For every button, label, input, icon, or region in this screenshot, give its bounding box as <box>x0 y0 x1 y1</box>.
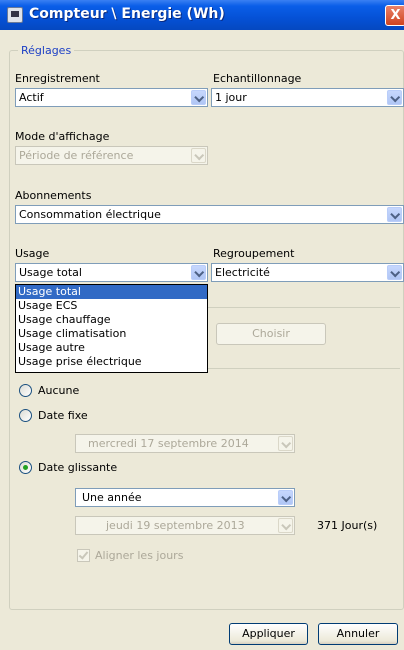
chevron-down-icon <box>278 436 293 451</box>
regroupement-label: Regroupement <box>213 247 295 260</box>
usage-option[interactable]: Usage climatisation <box>16 327 207 341</box>
mode-affichage-value: Période de référence <box>19 149 134 162</box>
window-title: Compteur \ Energie (Wh) <box>29 6 225 22</box>
date-fixe-picker: mercredi 17 septembre 2014 <box>75 434 295 453</box>
app-icon <box>7 7 23 23</box>
close-button[interactable]: X <box>385 5 404 26</box>
chevron-down-icon[interactable] <box>191 265 206 280</box>
usage-option[interactable]: Usage prise électrique <box>16 355 207 369</box>
usage-value: Usage total <box>19 266 82 279</box>
duree-value: Une année <box>82 491 142 504</box>
chevron-down-icon[interactable] <box>278 490 293 505</box>
chevron-down-icon[interactable] <box>387 207 402 222</box>
title-bar: Compteur \ Energie (Wh) X <box>0 0 404 30</box>
date-fixe-value: mercredi 17 septembre 2014 <box>88 437 249 450</box>
abonnements-value: Consommation électrique <box>19 208 161 221</box>
mode-affichage-select: Période de référence <box>15 146 208 165</box>
chevron-down-icon[interactable] <box>191 90 206 105</box>
enregistrement-label: Enregistrement <box>15 72 100 85</box>
regroupement-value: Electricité <box>215 266 270 279</box>
date-debut-picker: jeudi 19 septembre 2013 <box>75 516 295 535</box>
usage-option[interactable]: Usage total <box>16 285 207 299</box>
date-glissante-radio[interactable] <box>19 461 32 474</box>
usage-dropdown-list[interactable]: Usage total Usage ECS Usage chauffage Us… <box>15 284 208 373</box>
appliquer-button[interactable]: Appliquer <box>229 623 308 645</box>
annuler-button[interactable]: Annuler <box>318 623 398 645</box>
abonnements-select[interactable]: Consommation électrique <box>15 205 404 224</box>
date-debut-value: jeudi 19 septembre 2013 <box>106 519 245 532</box>
aligner-checkbox <box>77 549 90 562</box>
group-separator <box>208 307 400 308</box>
echantillonnage-value: 1 jour <box>215 91 247 104</box>
chevron-down-icon[interactable] <box>387 90 402 105</box>
choisir-button: Choisir <box>216 323 326 345</box>
usage-option[interactable]: Usage autre <box>16 341 207 355</box>
date-fixe-label: Date fixe <box>38 409 88 422</box>
reglages-legend: Réglages <box>18 44 75 57</box>
date-fixe-radio[interactable] <box>19 409 32 422</box>
echantillonnage-label: Echantillonnage <box>213 72 302 85</box>
abonnements-label: Abonnements <box>15 189 92 202</box>
aucune-label: Aucune <box>38 384 80 397</box>
usage-option[interactable]: Usage chauffage <box>16 313 207 327</box>
chevron-down-icon[interactable] <box>387 265 402 280</box>
duree-select[interactable]: Une année <box>75 488 295 507</box>
jours-count: 371 Jour(s) <box>317 519 378 532</box>
usage-label: Usage <box>15 247 50 260</box>
enregistrement-value: Actif <box>19 91 44 104</box>
aucune-radio[interactable] <box>19 384 32 397</box>
regroupement-select[interactable]: Electricité <box>211 263 404 282</box>
chevron-down-icon <box>278 518 293 533</box>
date-glissante-label: Date glissante <box>38 461 118 474</box>
mode-affichage-label: Mode d'affichage <box>15 130 110 143</box>
usage-option[interactable]: Usage ECS <box>16 299 207 313</box>
aligner-label: Aligner les jours <box>95 549 184 562</box>
usage-select[interactable]: Usage total <box>15 263 208 282</box>
chevron-down-icon <box>191 148 206 163</box>
enregistrement-select[interactable]: Actif <box>15 88 208 107</box>
echantillonnage-select[interactable]: 1 jour <box>211 88 404 107</box>
group-separator <box>208 368 400 369</box>
